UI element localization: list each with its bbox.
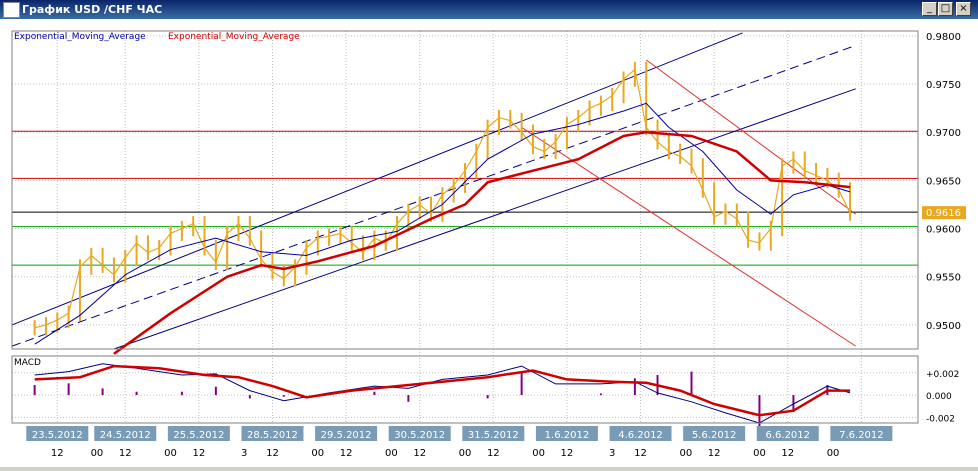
chart-app-icon [3,2,20,18]
price-tick-label: 0.9650 [926,176,961,187]
chart-frame: 0.9800 0.9750 0.9700 0.9650 0.9600 0.9550 0.95… [0,19,978,467]
hour-label: 00 [532,448,545,459]
date-label: 30.5.2012 [394,430,445,441]
hour-label: 12 [340,448,353,459]
date-label: 28.5.2012 [247,430,298,441]
date-label: 29.5.2012 [321,430,372,441]
hour-label: 12 [781,448,794,459]
hour-label: 3 [609,448,615,459]
hour-label: 00 [827,448,840,459]
hour-label: 00 [311,448,324,459]
hour-label: 12 [119,448,132,459]
hour-label: 12 [708,448,721,459]
date-label: 23.5.2012 [32,430,83,441]
hour-label: 12 [487,448,500,459]
price-tick-label: 0.9750 [926,80,961,91]
hour-label: 00 [385,448,398,459]
ema-red-label: Exponential_Moving_Average [168,32,300,42]
hour-label: 12 [634,448,647,459]
date-label: 31.5.2012 [468,430,519,441]
current-price-text: 0.9616 [926,208,961,219]
macd-tick-label: 0.000 [926,392,952,402]
price-tick-label: 0.9800 [926,32,961,43]
date-label: 7.6.2012 [839,430,884,441]
hour-label: 00 [459,448,472,459]
hour-label: 00 [91,448,104,459]
macd-tick-label: -0.002 [926,414,955,424]
hour-label: 00 [753,448,766,459]
price-tick-label: 0.9600 [926,225,961,236]
price-tick-label: 0.9550 [926,273,961,284]
minimize-button[interactable]: _ [922,2,937,16]
date-label: 5.6.2012 [692,430,737,441]
date-label: 1.6.2012 [545,430,590,441]
price-tick-label: 0.9500 [926,321,961,332]
chart-svg[interactable]: 0.9800 0.9750 0.9700 0.9650 0.9600 0.9550 0.95… [0,19,978,467]
hour-label: 00 [164,448,177,459]
macd-label: MACD [14,358,41,368]
date-label: 25.5.2012 [173,430,224,441]
hour-label: 00 [679,448,692,459]
hour-label: 12 [51,448,64,459]
date-label: 6.6.2012 [765,430,810,441]
macd-tick-label: +0.002 [926,370,959,380]
date-label: 24.5.2012 [100,430,151,441]
hour-label: 12 [266,448,279,459]
price-tick-label: 0.9700 [926,128,961,139]
date-label: 4.6.2012 [618,430,663,441]
close-button[interactable]: × [956,2,971,16]
window-titlebar: График USD /CHF ЧАС _ □ × [0,0,978,19]
maximize-button[interactable]: □ [938,2,953,16]
hour-label: 3 [241,448,247,459]
ema-blue-label: Exponential_Moving_Average [14,32,146,42]
hour-label: 12 [561,448,574,459]
hour-label: 12 [192,448,205,459]
hour-label: 12 [413,448,426,459]
window-title: График USD /CHF ЧАС [22,3,163,16]
